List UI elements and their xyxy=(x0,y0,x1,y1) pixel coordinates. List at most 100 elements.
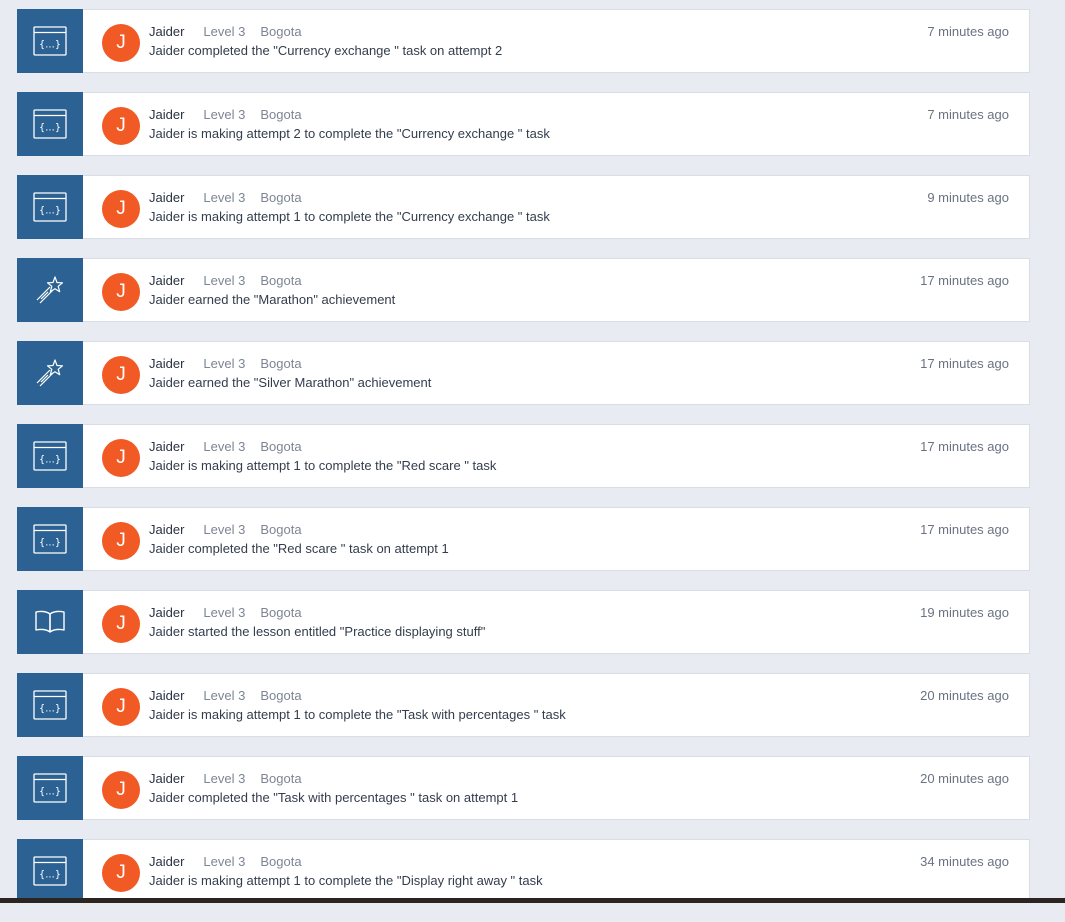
timestamp: 7 minutes ago xyxy=(927,107,1009,122)
activity-message: Jaider completed the "Currency exchange … xyxy=(149,43,503,58)
avatar[interactable]: J xyxy=(102,107,140,145)
code-window-icon: {...} xyxy=(33,192,67,222)
user-name[interactable]: Jaider xyxy=(149,771,184,786)
user-level: Level 3 xyxy=(203,273,246,288)
activity-message: Jaider started the lesson entitled "Prac… xyxy=(149,624,486,639)
avatar[interactable]: J xyxy=(102,356,140,394)
user-city: Bogota xyxy=(260,356,302,371)
user-city: Bogota xyxy=(260,107,302,122)
user-level: Level 3 xyxy=(203,688,246,703)
feed-item[interactable]: {...} J Jaider Level 3 Bogota Jaider compl… xyxy=(17,507,1030,571)
user-name[interactable]: Jaider xyxy=(149,439,184,454)
svg-text:{...}: {...} xyxy=(39,787,61,798)
user-city: Bogota xyxy=(260,522,302,537)
task-icon-panel: {...} xyxy=(17,424,83,488)
task-icon-panel: {...} xyxy=(17,92,83,156)
feed-item-body: J Jaider Level 3 Bogota Jaider earned the … xyxy=(83,258,1030,322)
user-level: Level 3 xyxy=(203,771,246,786)
open-book-icon xyxy=(34,609,66,635)
timestamp: 17 minutes ago xyxy=(920,439,1009,454)
avatar[interactable]: J xyxy=(102,190,140,228)
user-name[interactable]: Jaider xyxy=(149,273,184,288)
achievement-icon-panel xyxy=(17,341,83,405)
user-level: Level 3 xyxy=(203,356,246,371)
avatar[interactable]: J xyxy=(102,24,140,62)
avatar[interactable]: J xyxy=(102,688,140,726)
task-icon-panel: {...} xyxy=(17,673,83,737)
task-icon-panel: {...} xyxy=(17,756,83,820)
feed-item[interactable]: {...} J Jaider Level 3 Bogota Jaider compl… xyxy=(17,756,1030,820)
feed-item[interactable]: {...} J Jaider Level 3 Bogota Jaider is ma… xyxy=(17,673,1030,737)
svg-text:{...}: {...} xyxy=(39,455,61,466)
avatar[interactable]: J xyxy=(102,273,140,311)
feed-item-body: J Jaider Level 3 Bogota Jaider completed t… xyxy=(83,507,1030,571)
avatar[interactable]: J xyxy=(102,522,140,560)
user-meta: Jaider Level 3 Bogota xyxy=(149,190,302,205)
feed-item[interactable]: J Jaider Level 3 Bogota Jaider earned the … xyxy=(17,341,1030,405)
avatar[interactable]: J xyxy=(102,439,140,477)
avatar[interactable]: J xyxy=(102,605,140,643)
task-icon-panel: {...} xyxy=(17,9,83,73)
user-city: Bogota xyxy=(260,273,302,288)
timestamp: 17 minutes ago xyxy=(920,356,1009,371)
activity-message: Jaider completed the "Task with percenta… xyxy=(149,790,519,805)
user-name[interactable]: Jaider xyxy=(149,688,184,703)
activity-message: Jaider earned the "Marathon" achievement xyxy=(149,292,396,307)
user-name[interactable]: Jaider xyxy=(149,190,184,205)
code-window-icon: {...} xyxy=(33,690,67,720)
activity-message: Jaider is making attempt 2 to complete t… xyxy=(149,126,550,141)
feed-item[interactable]: {...} J Jaider Level 3 Bogota Jaider compl… xyxy=(17,9,1030,73)
user-name[interactable]: Jaider xyxy=(149,854,184,869)
code-window-icon: {...} xyxy=(33,856,67,886)
task-icon-panel: {...} xyxy=(17,175,83,239)
feed-item-body: J Jaider Level 3 Bogota Jaider is making a… xyxy=(83,839,1030,903)
user-name[interactable]: Jaider xyxy=(149,522,184,537)
user-city: Bogota xyxy=(260,688,302,703)
user-name[interactable]: Jaider xyxy=(149,605,184,620)
timestamp: 17 minutes ago xyxy=(920,273,1009,288)
code-window-icon: {...} xyxy=(33,441,67,471)
user-name[interactable]: Jaider xyxy=(149,24,184,39)
svg-text:{...}: {...} xyxy=(39,538,61,549)
code-window-icon: {...} xyxy=(33,26,67,56)
user-city: Bogota xyxy=(260,771,302,786)
activity-message: Jaider is making attempt 1 to complete t… xyxy=(149,458,497,473)
user-meta: Jaider Level 3 Bogota xyxy=(149,107,302,122)
user-city: Bogota xyxy=(260,24,302,39)
timestamp: 20 minutes ago xyxy=(920,771,1009,786)
user-meta: Jaider Level 3 Bogota xyxy=(149,356,302,371)
feed-item[interactable]: J Jaider Level 3 Bogota Jaider earned the … xyxy=(17,258,1030,322)
user-meta: Jaider Level 3 Bogota xyxy=(149,24,302,39)
user-name[interactable]: Jaider xyxy=(149,356,184,371)
user-name[interactable]: Jaider xyxy=(149,107,184,122)
feed-item[interactable]: {...} J Jaider Level 3 Bogota Jaider is ma… xyxy=(17,839,1030,903)
feed-item[interactable]: {...} J Jaider Level 3 Bogota Jaider is ma… xyxy=(17,92,1030,156)
achievement-icon-panel xyxy=(17,258,83,322)
feed-item-body: J Jaider Level 3 Bogota Jaider completed t… xyxy=(83,756,1030,820)
feed-item-body: J Jaider Level 3 Bogota Jaider is making a… xyxy=(83,92,1030,156)
user-level: Level 3 xyxy=(203,854,246,869)
code-window-icon: {...} xyxy=(33,524,67,554)
feed-item[interactable]: {...} J Jaider Level 3 Bogota Jaider is ma… xyxy=(17,175,1030,239)
user-city: Bogota xyxy=(260,190,302,205)
feed-item-body: J Jaider Level 3 Bogota Jaider completed t… xyxy=(83,9,1030,73)
user-meta: Jaider Level 3 Bogota xyxy=(149,688,302,703)
timestamp: 34 minutes ago xyxy=(920,854,1009,869)
avatar[interactable]: J xyxy=(102,771,140,809)
activity-message: Jaider is making attempt 1 to complete t… xyxy=(149,209,550,224)
avatar[interactable]: J xyxy=(102,854,140,892)
user-meta: Jaider Level 3 Bogota xyxy=(149,522,302,537)
feed-item[interactable]: {...} J Jaider Level 3 Bogota Jaider is ma… xyxy=(17,424,1030,488)
feed-item-body: J Jaider Level 3 Bogota Jaider started the… xyxy=(83,590,1030,654)
feed-item-body: J Jaider Level 3 Bogota Jaider earned the … xyxy=(83,341,1030,405)
timestamp: 9 minutes ago xyxy=(927,190,1009,205)
feed-item[interactable]: J Jaider Level 3 Bogota Jaider started the… xyxy=(17,590,1030,654)
feed-item-body: J Jaider Level 3 Bogota Jaider is making a… xyxy=(83,673,1030,737)
feed-item-body: J Jaider Level 3 Bogota Jaider is making a… xyxy=(83,424,1030,488)
task-icon-panel: {...} xyxy=(17,839,83,903)
user-meta: Jaider Level 3 Bogota xyxy=(149,273,302,288)
activity-message: Jaider completed the "Red scare " task o… xyxy=(149,541,449,556)
user-level: Level 3 xyxy=(203,605,246,620)
user-level: Level 3 xyxy=(203,522,246,537)
activity-message: Jaider is making attempt 1 to complete t… xyxy=(149,873,543,888)
